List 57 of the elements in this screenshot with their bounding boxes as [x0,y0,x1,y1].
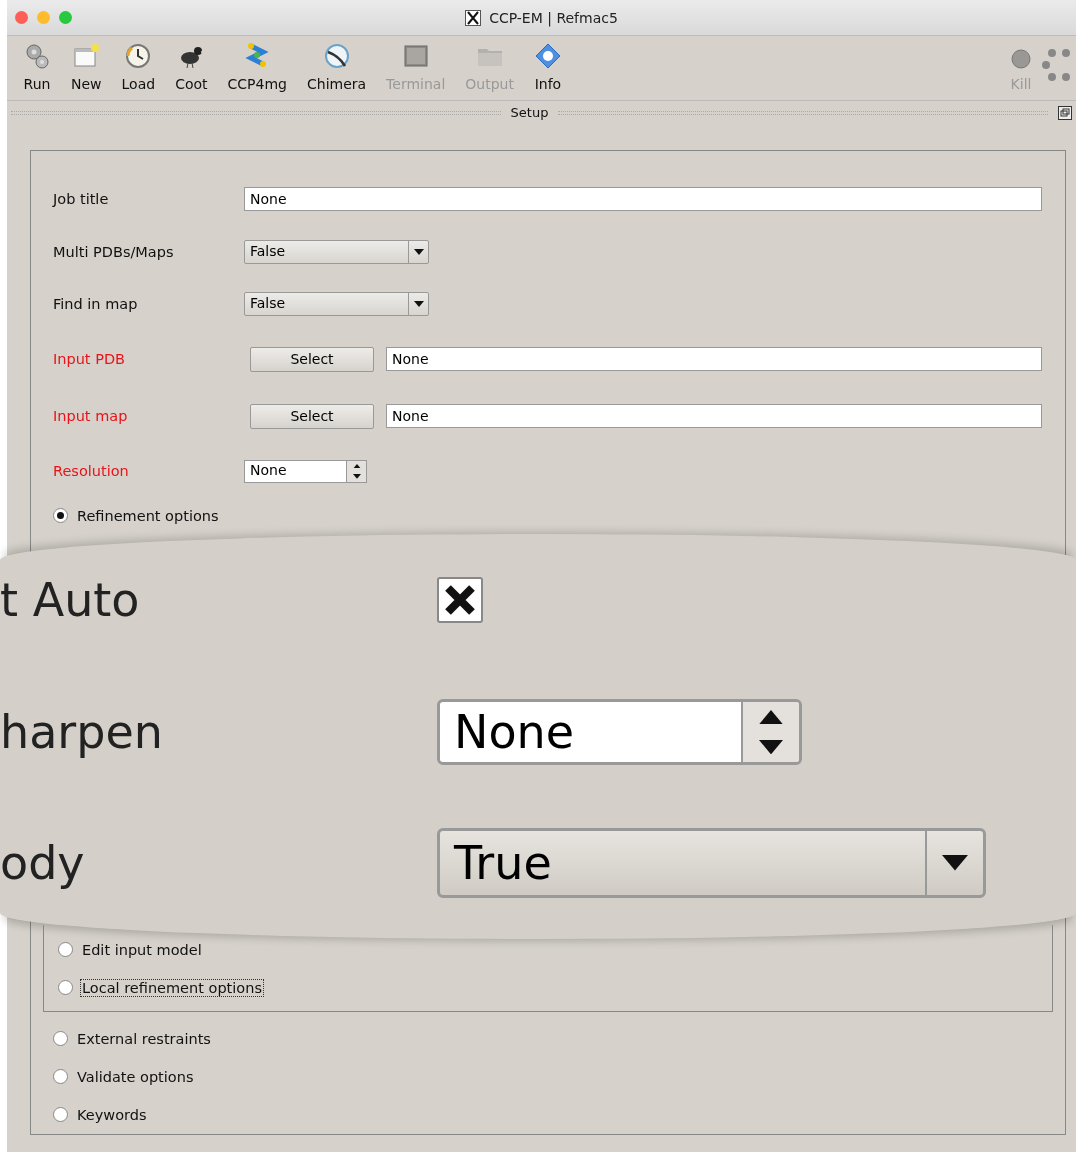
x-logo-icon [465,9,482,26]
dropdown[interactable]: True [437,828,986,899]
toolbar-button[interactable]: Info [523,42,572,92]
option-label: Local refinement options [81,979,263,996]
magnified-label: harpen [0,704,164,759]
toolbar-button[interactable]: Run [13,42,61,92]
down-arrow-icon [759,739,783,754]
field-label: Find in map [53,296,139,313]
up-arrow-icon [759,709,783,724]
radio-button[interactable] [53,1107,68,1123]
close-button[interactable] [15,11,28,24]
option-label: Edit input model [81,941,203,958]
toolbar-button[interactable]: Chimera [297,42,377,92]
toolbar-button[interactable]: CCP4mg [217,42,297,92]
help-icon [533,42,562,70]
select-button[interactable]: Select [250,403,374,429]
dropdown-arrow-icon [413,301,424,308]
checkbox[interactable] [437,577,483,624]
section-title: Setup [510,105,549,120]
path-field[interactable]: None [386,347,1042,372]
new-window-icon [72,42,101,70]
spin-box[interactable]: None [437,698,802,765]
spin-box[interactable]: None [244,459,367,483]
radio-button[interactable] [53,508,68,524]
gear-icon [23,42,51,70]
window-title: CCP-EM | Refmac5 [489,9,618,26]
radio-button[interactable] [53,1031,68,1047]
toolbar-button[interactable]: Coot [165,42,218,92]
field-label: Job title [53,191,110,208]
down-arrow-icon [352,474,361,479]
stop-icon [1010,48,1032,70]
field-label: Resolution [53,463,130,480]
field-label: Input map [53,408,129,425]
terminal-icon [401,42,430,70]
up-arrow-icon [352,463,361,469]
option-label: Validate options [76,1068,195,1085]
toolbar-button[interactable]: Load [111,42,166,92]
toolbar-button[interactable]: New [61,42,112,92]
dropdown[interactable]: False [244,239,429,264]
option-label: Refinement options [76,508,220,524]
option-label: Keywords [76,1106,148,1123]
option-label: External restraints [76,1030,212,1047]
path-field[interactable]: None [386,404,1042,429]
field-label: Input PDB [53,351,126,368]
dropdown[interactable]: False [244,292,429,317]
radio-button[interactable] [58,980,73,996]
maximize-button[interactable] [59,11,72,24]
select-button[interactable]: Select [250,346,374,372]
field-label: Multi PDBs/Maps [53,243,175,260]
magnified-label: t Auto [0,573,141,628]
magnified-label: ody [0,836,86,891]
dropdown-arrow-icon [413,248,424,255]
radio-button[interactable] [58,942,73,958]
radio-button[interactable] [53,1069,68,1085]
clock-icon [124,42,153,70]
text-field[interactable]: None [244,187,1042,212]
dropdown-arrow-icon [942,855,968,871]
